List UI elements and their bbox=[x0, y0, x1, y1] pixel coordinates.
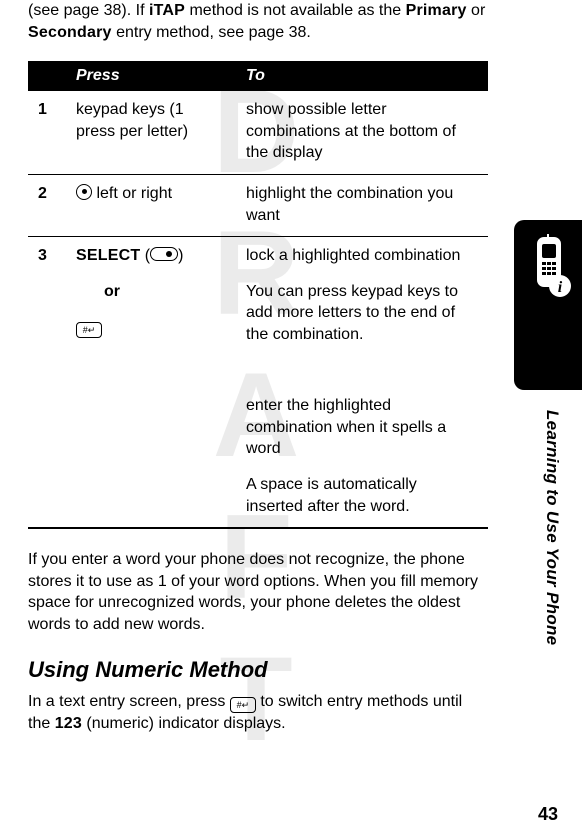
term-itap: iTAP bbox=[149, 2, 185, 19]
page-number: 43 bbox=[538, 804, 558, 825]
numeric-text-3: (numeric) indicator displays. bbox=[82, 715, 286, 732]
intro-text-1: (see page 38). If bbox=[28, 2, 149, 19]
numeric-paragraph: In a text entry screen, press #↵ to swit… bbox=[28, 691, 488, 735]
col-blank bbox=[28, 61, 66, 91]
term-secondary: Secondary bbox=[28, 24, 112, 41]
after-paragraph: If you enter a word your phone does not … bbox=[28, 549, 488, 635]
numeric-text-1: In a text entry screen, press bbox=[28, 693, 230, 710]
soft-key-icon bbox=[150, 247, 178, 261]
step-number: 2 bbox=[28, 174, 66, 236]
indicator-123: 123 bbox=[55, 715, 82, 732]
press-suffix: left or right bbox=[92, 185, 172, 202]
press-cell: keypad keys (1 press per letter) bbox=[66, 91, 236, 174]
to-text-d: A space is automatically inserted after … bbox=[246, 474, 478, 517]
section-heading: Using Numeric Method bbox=[28, 657, 488, 683]
table-row: 3 SELECT () or #↵ lock a highlighted com… bbox=[28, 237, 488, 528]
to-text-b: You can press keypad keys to add more le… bbox=[246, 281, 478, 346]
intro-text-3: or bbox=[467, 2, 486, 19]
paren-close: ) bbox=[178, 247, 183, 264]
paren-open: ( bbox=[140, 247, 150, 264]
hash-key-icon: #↵ bbox=[230, 697, 256, 713]
table-row: 2 left or right highlight the combinatio… bbox=[28, 174, 488, 236]
intro-text-2: method is not available as the bbox=[185, 2, 406, 19]
steps-table: Press To 1 keypad keys (1 press per lett… bbox=[28, 61, 488, 529]
to-text-a: lock a highlighted combination bbox=[246, 245, 478, 267]
step-number: 3 bbox=[28, 237, 66, 528]
to-text-c: enter the highlighted combination when i… bbox=[246, 395, 478, 460]
press-cell: left or right bbox=[66, 174, 236, 236]
col-press: Press bbox=[66, 61, 236, 91]
step-number: 1 bbox=[28, 91, 66, 174]
press-cell: SELECT () or #↵ bbox=[66, 237, 236, 528]
intro-text-4: entry method, see page 38. bbox=[112, 24, 311, 41]
term-primary: Primary bbox=[406, 2, 467, 19]
nav-key-icon bbox=[76, 184, 92, 200]
or-label: or bbox=[76, 281, 226, 303]
table-row: 1 keypad keys (1 press per letter) show … bbox=[28, 91, 488, 174]
hash-key-icon: #↵ bbox=[76, 322, 102, 338]
select-label: SELECT bbox=[76, 247, 140, 264]
col-to: To bbox=[236, 61, 488, 91]
to-cell: highlight the combination you want bbox=[236, 174, 488, 236]
to-cell: lock a highlighted combination You can p… bbox=[236, 237, 488, 528]
intro-paragraph: (see page 38). If iTAP method is not ava… bbox=[28, 0, 488, 43]
to-cell: show possible letter combinations at the… bbox=[236, 91, 488, 174]
